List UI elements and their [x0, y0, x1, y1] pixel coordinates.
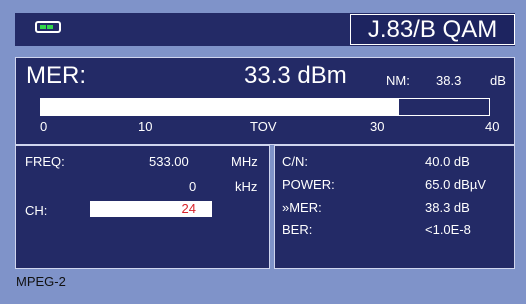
power-value: 65.0 dBµV [425, 177, 486, 192]
offset-unit: kHz [235, 179, 258, 194]
battery-cell [47, 25, 53, 29]
cn-value: 40.0 dB [425, 154, 470, 169]
analyzer-screen: J.83/B QAM MER: 33.3 dBm NM: 38.3 dB 0 1… [0, 0, 526, 304]
battery-cell [40, 25, 46, 29]
channel-input[interactable]: 24 [90, 201, 212, 217]
tuning-panel: FREQ: 533.00 MHz 0 kHz CH: 24 [15, 145, 270, 269]
ber-label: BER: [282, 222, 313, 237]
mer-level-bar [40, 98, 490, 116]
nm-label: NM: [386, 73, 410, 88]
mer-panel: MER: 33.3 dBm NM: 38.3 dB 0 10 TOV 30 40 [15, 57, 515, 145]
measurements-panel: C/N: 40.0 dB POWER: 65.0 dBµV »MER: 38.3… [274, 145, 515, 269]
offset-value[interactable]: 0 [189, 179, 196, 194]
ber-value: <1.0E-8 [425, 222, 471, 237]
freq-value[interactable]: 533.00 [149, 154, 189, 169]
scale-label-tov: TOV [250, 119, 277, 134]
mer-label: MER: [26, 62, 86, 89]
battery-icon [35, 21, 61, 33]
channel-label: CH: [25, 203, 48, 218]
status-text: MPEG-2 [16, 274, 66, 289]
mer-value: 33.3 dBm [244, 62, 347, 89]
freq-label: FREQ: [25, 154, 65, 169]
scale-label-0: 0 [40, 119, 48, 134]
nm-unit: dB [490, 73, 506, 88]
scale-label-40: 40 [485, 119, 500, 134]
mer-value-secondary: 38.3 dB [425, 200, 470, 215]
mode-title[interactable]: J.83/B QAM [350, 14, 515, 45]
mer-label-secondary: »MER: [282, 200, 322, 215]
power-label: POWER: [282, 177, 335, 192]
cn-label: C/N: [282, 154, 308, 169]
scale-label-10: 10 [138, 119, 153, 134]
mer-level-fill [41, 99, 399, 115]
scale-label-30: 30 [370, 119, 385, 134]
freq-unit: MHz [231, 154, 258, 169]
nm-value: 38.3 [436, 73, 462, 88]
